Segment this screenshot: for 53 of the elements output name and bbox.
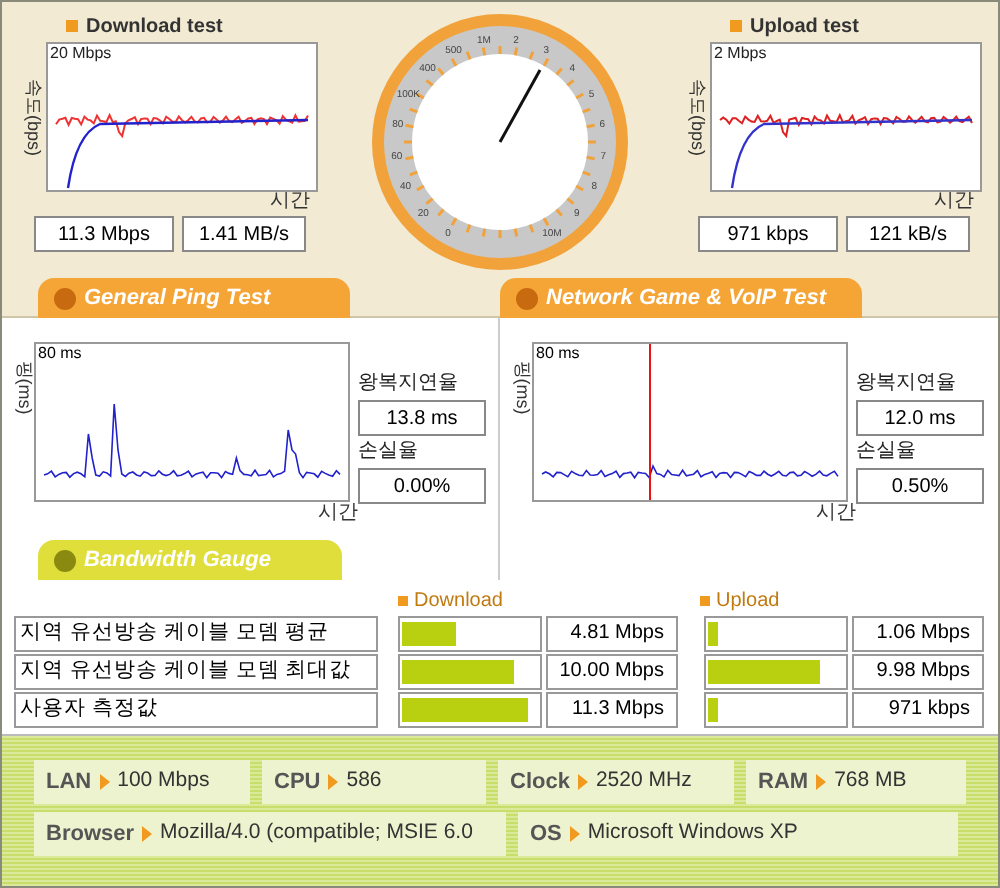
info-value: Mozilla/4.0 (compatible; MSIE 6.0 (160, 818, 473, 849)
loss-label: 손실율 (856, 438, 918, 466)
row-label: 사용자 측정값 (14, 691, 378, 727)
panel-title: Download test (86, 13, 223, 41)
row-label: 지역 유선방송 케이블 모뎀 최대값 (14, 653, 378, 689)
reading-box: 121 kB/s (846, 216, 970, 252)
info-label: RAM (758, 767, 809, 798)
info-label: Clock (510, 767, 570, 798)
reading-box: 12.0 ms (856, 400, 984, 436)
reading-box: 1.41 MB/s (182, 216, 306, 252)
reading-box: 0.00% (358, 468, 486, 504)
value-cell: 11.3 Mbps (546, 691, 678, 727)
axis-label: 시간 (816, 504, 856, 528)
value-cell: 10.00 Mbps (546, 653, 678, 689)
info-label: CPU (274, 767, 321, 798)
info-value: 2520 MHz (595, 766, 692, 797)
info-label: LAN (46, 767, 92, 798)
scale-label: 2 Mbps (714, 46, 767, 62)
bullet-icon (398, 596, 408, 606)
axis-label: 속도(bps) (21, 78, 46, 156)
info-label: OS (530, 819, 562, 850)
scale-label: 80 ms (536, 346, 580, 362)
value-cell: 971 kbps (852, 691, 984, 727)
reading-box: 971 kbps (698, 216, 838, 252)
loss-label: 손실율 (358, 438, 420, 466)
scale-label: 80 ms (38, 346, 82, 362)
column-header: Upload (716, 591, 780, 611)
latency-label: 왕복지연율 (856, 370, 958, 398)
axis-label: 핑(ms) (509, 360, 534, 415)
bullet-icon (700, 596, 710, 606)
axis-label: 시간 (934, 192, 974, 216)
reading-box: 13.8 ms (358, 400, 486, 436)
axis-label: 시간 (270, 192, 310, 216)
info-value: 100 Mbps (117, 766, 210, 797)
panel-title: Upload test (750, 13, 859, 41)
axis-label: 속도(bps) (685, 78, 710, 156)
value-cell: 1.06 Mbps (852, 615, 984, 651)
value-cell: 4.81 Mbps (546, 615, 678, 651)
info-value: 586 (346, 766, 382, 797)
row-label: 지역 유선방송 케이블 모뎀 평균 (14, 615, 378, 651)
value-cell: 9.98 Mbps (852, 653, 984, 689)
reading-box: 0.50% (856, 468, 984, 504)
info-value: Microsoft Windows XP (587, 818, 798, 849)
reading-box: 11.3 Mbps (34, 216, 174, 252)
axis-label: 시간 (318, 504, 358, 528)
info-label: Browser (46, 819, 135, 850)
axis-label: 핑(ms) (11, 360, 36, 415)
scale-label: 20 Mbps (50, 46, 112, 62)
latency-label: 왕복지연율 (358, 370, 460, 398)
column-header: Download (414, 591, 503, 611)
info-value: 768 MB (834, 766, 907, 797)
bullet-icon (66, 20, 78, 32)
bullet-icon (730, 20, 742, 32)
